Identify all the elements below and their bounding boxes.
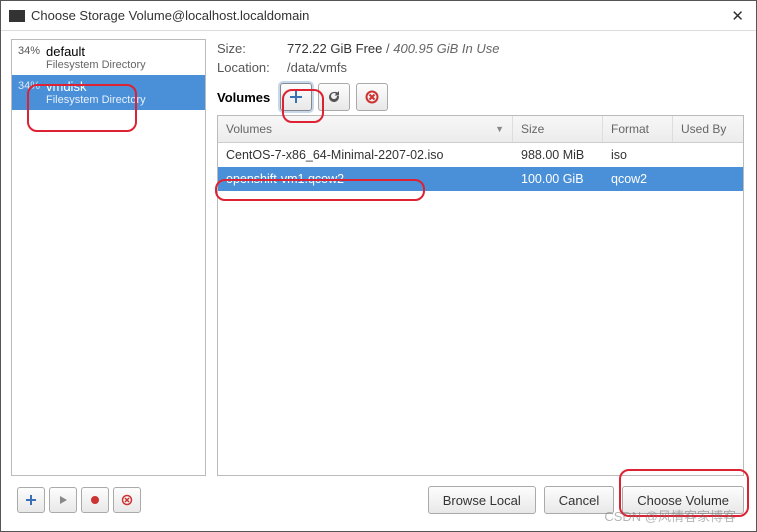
sort-icon: ▼ — [495, 124, 504, 134]
volume-size: 988.00 MiB — [513, 146, 603, 164]
volume-name: CentOS-7-x86_64-Minimal-2207-02.iso — [218, 146, 513, 164]
table-header: Volumes ▼ Size Format Used By — [218, 116, 743, 143]
volume-name: openshift-vm1.qcow2 — [218, 170, 513, 188]
delete-volume-button[interactable] — [356, 83, 388, 111]
volumes-table: Volumes ▼ Size Format Used By CentOS-7-x… — [217, 115, 744, 476]
window-title: Choose Storage Volume@localhost.localdom… — [31, 8, 727, 23]
watermark: CSDN @风情客家博客 — [604, 506, 736, 525]
cancel-icon — [121, 494, 133, 506]
pool-item-vmdisk[interactable]: 34% vmdisk Filesystem Directory — [12, 75, 205, 110]
volume-format: iso — [603, 146, 673, 164]
pool-name: vmdisk — [46, 79, 199, 94]
size-inuse: 400.95 GiB In Use — [393, 41, 499, 56]
titlebar: Choose Storage Volume@localhost.localdom… — [1, 1, 756, 31]
main: 34% default Filesystem Directory 34% vmd… — [1, 31, 756, 476]
refresh-button[interactable] — [318, 83, 350, 111]
pool-type: Filesystem Directory — [46, 59, 199, 71]
location-value: /data/vmfs — [287, 60, 347, 75]
volume-usedby — [673, 170, 743, 188]
pool-name: default — [46, 44, 199, 59]
pool-tools — [17, 487, 141, 513]
size-free: 772.22 GiB Free — [287, 41, 382, 56]
size-row: Size: 772.22 GiB Free / 400.95 GiB In Us… — [217, 41, 744, 56]
delete-icon — [365, 90, 379, 104]
app-icon — [9, 10, 25, 22]
start-pool-button[interactable] — [49, 487, 77, 513]
location-label: Location: — [217, 60, 287, 75]
pool-type: Filesystem Directory — [46, 94, 199, 106]
pool-list: 34% default Filesystem Directory 34% vmd… — [12, 40, 205, 475]
col-header-volumes[interactable]: Volumes ▼ — [218, 116, 513, 142]
volume-usedby — [673, 146, 743, 164]
volumes-toolbar: Volumes — [217, 83, 744, 111]
col-header-size[interactable]: Size — [513, 116, 603, 142]
pool-usage-pct: 34% — [18, 44, 46, 57]
volume-size: 100.00 GiB — [513, 170, 603, 188]
play-icon — [58, 495, 68, 505]
content-pane: Size: 772.22 GiB Free / 400.95 GiB In Us… — [211, 31, 756, 476]
size-label: Size: — [217, 41, 287, 56]
table-row[interactable]: CentOS-7-x86_64-Minimal-2207-02.iso 988.… — [218, 143, 743, 167]
col-header-format[interactable]: Format — [603, 116, 673, 142]
close-icon[interactable]: ✕ — [727, 7, 748, 25]
plus-icon — [25, 494, 37, 506]
location-row: Location: /data/vmfs — [217, 60, 744, 75]
add-pool-button[interactable] — [17, 487, 45, 513]
stop-pool-button[interactable] — [81, 487, 109, 513]
table-row[interactable]: openshift-vm1.qcow2 100.00 GiB qcow2 — [218, 167, 743, 191]
pool-item-default[interactable]: 34% default Filesystem Directory — [12, 40, 205, 75]
delete-pool-button[interactable] — [113, 487, 141, 513]
add-volume-button[interactable] — [280, 83, 312, 111]
record-icon — [90, 495, 100, 505]
browse-local-button[interactable]: Browse Local — [428, 486, 536, 514]
volume-format: qcow2 — [603, 170, 673, 188]
col-header-usedby[interactable]: Used By — [673, 116, 743, 142]
storage-pools-sidebar: 34% default Filesystem Directory 34% vmd… — [11, 39, 206, 476]
plus-icon — [289, 90, 303, 104]
pool-usage-pct: 34% — [18, 79, 46, 92]
volumes-label: Volumes — [217, 90, 270, 105]
refresh-icon — [327, 90, 341, 104]
